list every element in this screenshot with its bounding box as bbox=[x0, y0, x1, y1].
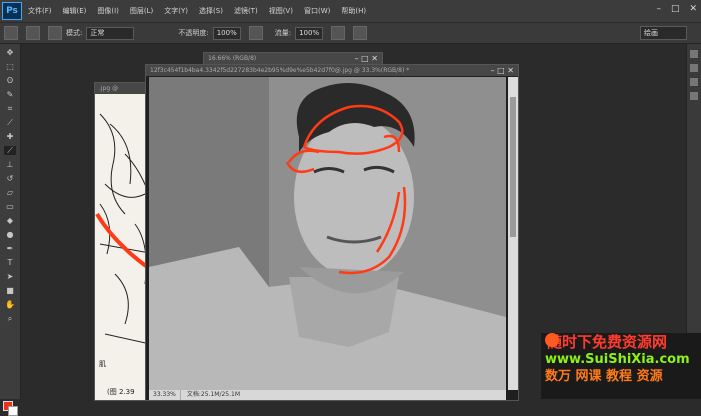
ps-logo: Ps bbox=[2, 2, 22, 20]
clone-stamp-icon[interactable]: ⊥ bbox=[4, 160, 16, 169]
eyedropper-icon[interactable]: ⟋ bbox=[4, 118, 16, 127]
panel-icon-layers[interactable] bbox=[690, 78, 698, 86]
blur-icon[interactable]: ◆ bbox=[4, 216, 16, 225]
lasso-icon[interactable]: ʘ bbox=[4, 76, 16, 85]
mode-label: 模式: bbox=[66, 29, 83, 37]
document-main-controls[interactable]: – □ ✕ bbox=[491, 65, 514, 76]
crop-icon[interactable]: ⌗ bbox=[4, 104, 16, 113]
type-icon[interactable]: T bbox=[4, 258, 16, 267]
vertical-scroll-thumb[interactable] bbox=[510, 97, 516, 237]
menu-type[interactable]: 文字(Y) bbox=[164, 6, 188, 16]
eraser-icon[interactable]: ▱ bbox=[4, 188, 16, 197]
options-bar: 模式: 正常 不透明度: 100% 流量: 100% 绘画 bbox=[0, 23, 701, 44]
document-title-main[interactable]: 12f3c454f1b4ba4.3342f5d227283b4e2b95%d9e… bbox=[146, 65, 518, 76]
watermark-logo-icon bbox=[545, 333, 559, 347]
mode-select[interactable]: 正常 bbox=[86, 26, 135, 40]
brush-panel-icon[interactable] bbox=[26, 26, 40, 40]
menu-items: 文件(F) 编辑(E) 图像(I) 图层(L) 文字(Y) 选择(S) 滤镜(T… bbox=[28, 6, 377, 16]
panel-icon-paths[interactable] bbox=[690, 92, 698, 100]
menu-bar: Ps 文件(F) 编辑(E) 图像(I) 图层(L) 文字(Y) 选择(S) 滤… bbox=[0, 0, 701, 23]
menu-edit[interactable]: 编辑(E) bbox=[63, 6, 87, 16]
shape-icon[interactable]: ■ bbox=[4, 286, 16, 295]
brush-icon[interactable]: ⟋ bbox=[4, 146, 16, 155]
zoom-icon[interactable]: ⌕ bbox=[4, 314, 16, 323]
dodge-icon[interactable]: ● bbox=[4, 230, 16, 239]
panel-icon-color[interactable] bbox=[690, 50, 698, 58]
tools-panel: ✥ ⬚ ʘ ✎ ⌗ ⟋ ✚ ⟋ ⊥ ↺ ▱ ▭ ◆ ● ✒ T ➤ ■ ✋ ⌕ bbox=[0, 44, 21, 416]
minimize-button[interactable]: – bbox=[656, 4, 661, 14]
sketch-label: 肌 bbox=[99, 360, 106, 368]
portrait-illustration bbox=[149, 77, 506, 390]
watermark-banner: 随时下免费资源网 www.SuiShiXia.com 数万 网课 教程 资源 bbox=[541, 333, 701, 399]
workspace-select[interactable]: 绘画 bbox=[640, 26, 687, 40]
history-brush-icon[interactable]: ↺ bbox=[4, 174, 16, 183]
menu-help[interactable]: 帮助(H) bbox=[341, 6, 366, 16]
marquee-icon[interactable]: ⬚ bbox=[4, 62, 16, 71]
toggle-panel-icon[interactable] bbox=[48, 26, 62, 40]
pressure-opacity-icon[interactable] bbox=[248, 26, 263, 40]
pen-icon[interactable]: ✒ bbox=[4, 244, 16, 253]
maximize-button[interactable]: □ bbox=[671, 4, 680, 14]
close-button[interactable]: ✕ bbox=[689, 4, 697, 14]
menu-image[interactable]: 图像(I) bbox=[97, 6, 119, 16]
watermark-line3: 数万 网课 教程 资源 bbox=[545, 369, 663, 384]
gradient-icon[interactable]: ▭ bbox=[4, 202, 16, 211]
sketch-caption: (图 2.39 bbox=[107, 388, 135, 396]
airbrush-icon[interactable] bbox=[331, 26, 346, 40]
document-back-controls[interactable]: – □ ✕ bbox=[355, 53, 378, 64]
menu-select[interactable]: 选择(S) bbox=[199, 6, 223, 16]
document-window-main[interactable]: 12f3c454f1b4ba4.3342f5d227283b4e2b95%d9e… bbox=[145, 64, 519, 401]
menu-layer[interactable]: 图层(L) bbox=[130, 6, 153, 16]
watermark-line2: www.SuiShiXia.com bbox=[545, 352, 690, 367]
background-color[interactable] bbox=[8, 406, 18, 416]
vertical-scrollbar[interactable] bbox=[508, 77, 518, 390]
menu-filter[interactable]: 滤镜(T) bbox=[234, 6, 258, 16]
pressure-size-icon[interactable] bbox=[353, 26, 368, 40]
opacity-label: 不透明度: bbox=[178, 29, 209, 37]
menu-view[interactable]: 视图(V) bbox=[269, 6, 293, 16]
move-icon[interactable]: ✥ bbox=[4, 48, 16, 57]
window-controls: – □ ✕ bbox=[656, 4, 697, 14]
healing-icon[interactable]: ✚ bbox=[4, 132, 16, 141]
watermark-line1: 随时下免费资源网 bbox=[547, 333, 668, 351]
quick-select-icon[interactable]: ✎ bbox=[4, 90, 16, 99]
panel-icon-swatches[interactable] bbox=[690, 64, 698, 72]
path-select-icon[interactable]: ➤ bbox=[4, 272, 16, 281]
hand-icon[interactable]: ✋ bbox=[4, 300, 16, 309]
flow-label: 流量: bbox=[274, 29, 292, 37]
menu-file[interactable]: 文件(F) bbox=[28, 6, 52, 16]
opacity-field[interactable]: 100% bbox=[212, 26, 241, 40]
portrait-photo[interactable] bbox=[149, 77, 506, 390]
brush-preset-icon[interactable] bbox=[4, 26, 18, 40]
menu-window[interactable]: 窗口(W) bbox=[304, 6, 330, 16]
flow-field[interactable]: 100% bbox=[295, 26, 324, 40]
